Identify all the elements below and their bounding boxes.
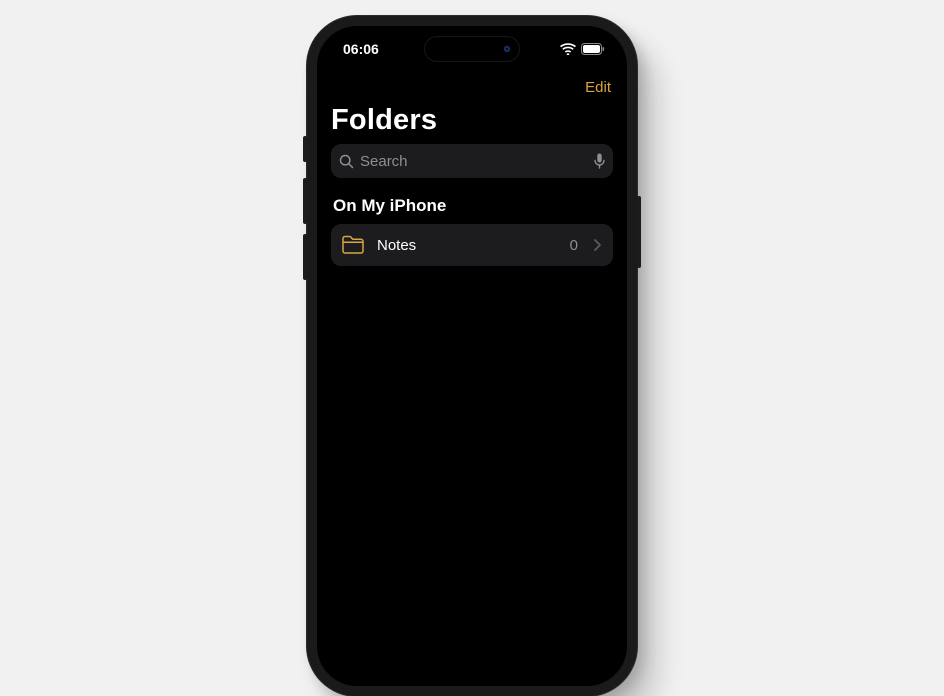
camera-dot-icon — [503, 45, 511, 53]
folder-row-notes[interactable]: Notes 0 — [331, 224, 613, 266]
page-title: Folders — [331, 104, 613, 137]
edit-button[interactable]: Edit — [583, 79, 613, 96]
microphone-icon[interactable] — [594, 153, 605, 169]
power-button — [637, 196, 641, 268]
folder-list: Notes 0 — [331, 224, 613, 266]
chevron-right-icon — [594, 239, 601, 251]
search-placeholder: Search — [360, 153, 588, 170]
status-time: 06:06 — [343, 41, 379, 57]
status-right — [560, 43, 605, 55]
folder-icon — [341, 235, 365, 255]
content: Edit Folders Search On My iPhone — [317, 72, 627, 266]
phone-frame: 06:06 Edit Folders — [307, 16, 637, 696]
folder-label: Notes — [377, 237, 558, 254]
volume-down-button — [303, 234, 307, 280]
section-header: On My iPhone — [331, 196, 613, 216]
dynamic-island — [424, 36, 520, 62]
search-icon — [339, 154, 354, 169]
search-field[interactable]: Search — [331, 144, 613, 178]
volume-up-button — [303, 178, 307, 224]
battery-icon — [581, 43, 605, 55]
screen: 06:06 Edit Folders — [317, 26, 627, 686]
side-button — [303, 136, 307, 162]
nav-bar: Edit — [331, 72, 613, 102]
folder-count: 0 — [570, 237, 578, 254]
wifi-icon — [560, 43, 576, 55]
